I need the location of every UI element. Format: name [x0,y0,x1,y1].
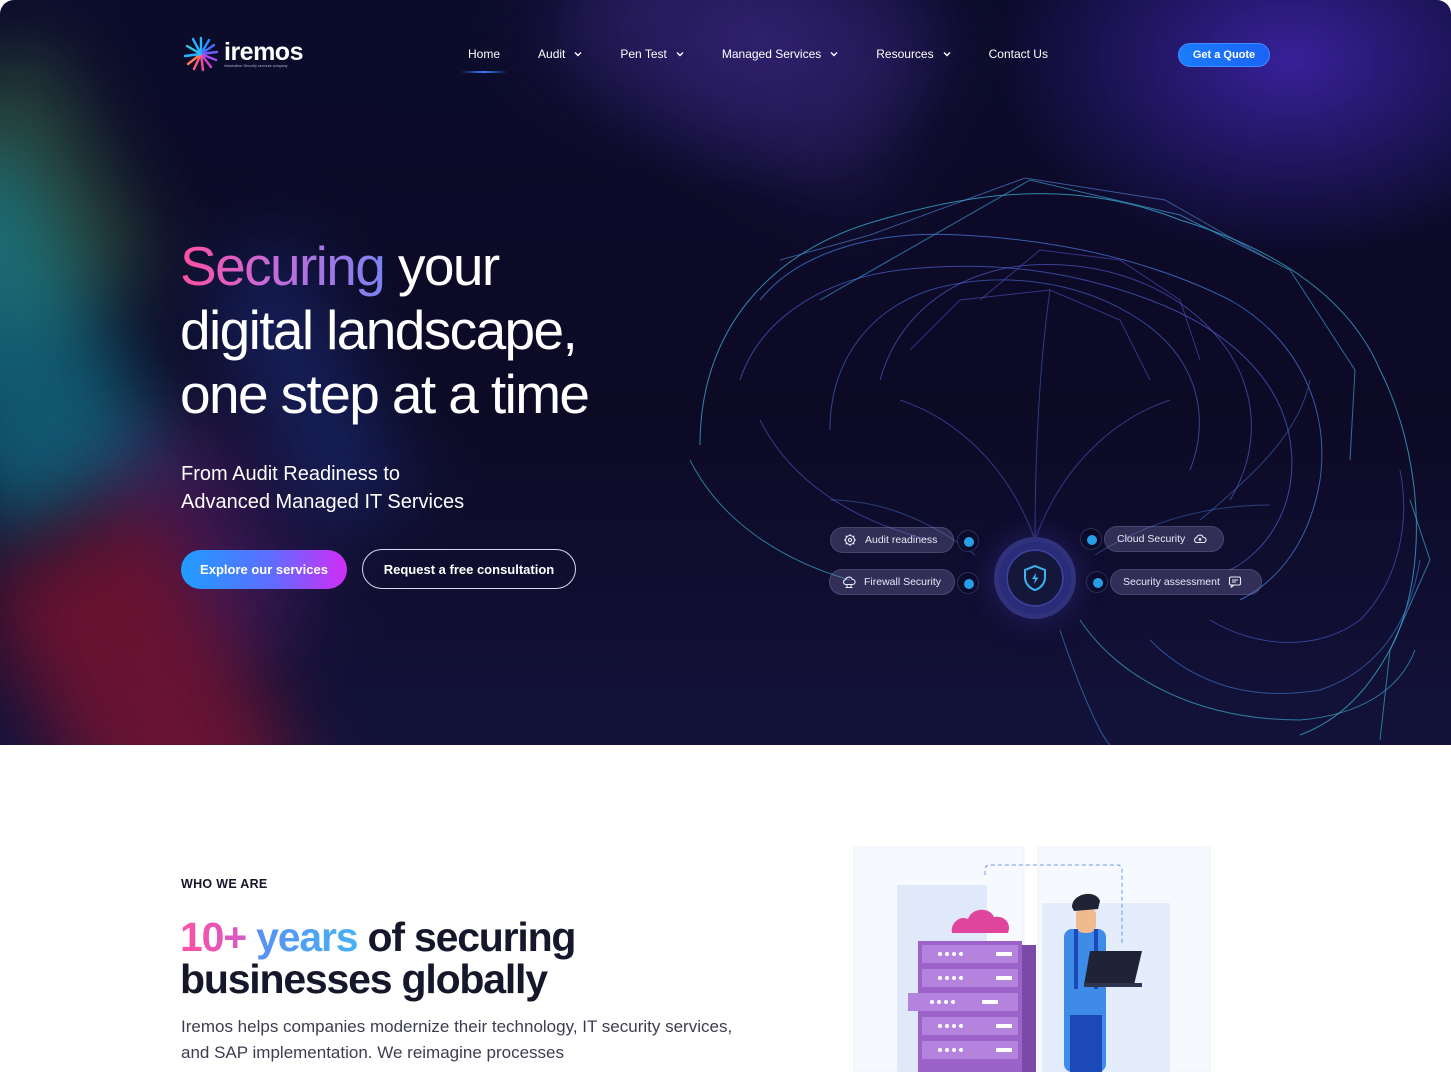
chevron-down-icon [943,52,951,57]
title-text: businesses globally [180,956,548,1002]
connector-dot [1086,571,1108,593]
headline-text: one step at a time [180,363,590,425]
title-highlight-number: 10+ [180,914,247,960]
connector-dot [957,530,979,552]
nav-label: Audit [538,47,566,61]
cloud-upload-icon [1194,534,1207,544]
headline-text: digital landscape, [180,299,578,361]
feature-pill-firewall-security: Firewall Security [829,569,955,595]
server-engineer-illustration [853,846,1211,1072]
get-a-quote-button[interactable]: Get a Quote [1178,43,1270,67]
brand-tagline: information Security services company [224,64,288,68]
explore-services-button[interactable]: Explore our services [181,550,347,589]
subheading-line: Advanced Managed IT Services [181,491,465,513]
gear-shield-icon [844,534,856,546]
shield-bolt-icon [1024,564,1046,592]
section-body: Iremos helps companies modernize their t… [181,1017,733,1062]
headline-text: your [384,235,500,297]
chevron-down-icon [676,52,684,57]
feature-label: Security assessment [1123,576,1220,588]
free-consultation-button[interactable]: Request a free consultation [362,549,576,589]
nav-item-home[interactable]: Home [459,47,509,73]
chat-check-icon [1228,576,1241,588]
section-title: 10+ years of securing businesses globall… [180,914,577,1002]
feature-label: Audit readiness [865,534,938,546]
starburst-logo-icon [184,36,218,72]
nav-item-resources[interactable]: Resources [876,47,951,61]
nav-label: Contact Us [988,47,1048,61]
feature-pill-cloud-security: Cloud Security [1104,526,1224,552]
nav-item-managed-services[interactable]: Managed Services [722,47,838,61]
security-hub [994,537,1076,619]
hero-subheading: From Audit Readiness to Advanced Managed… [181,460,464,516]
nav-item-contact-us[interactable]: Contact Us [989,47,1048,61]
nav-label: Resources [876,47,934,61]
feature-label: Firewall Security [864,576,942,588]
title-text: of securing [357,914,577,960]
brand-logo[interactable]: iremos information Security services com… [184,36,303,72]
hero-headline: Securing your digital landscape, one ste… [180,234,590,426]
chevron-down-icon [574,52,582,57]
nav-label: Pen Test [620,47,667,61]
hero-section: iremos information Security services com… [0,0,1451,745]
chevron-down-icon [830,52,838,57]
headline-highlight: Securing [180,235,386,297]
connector-dot [1080,528,1102,550]
nav-item-audit[interactable]: Audit [538,47,582,61]
nav-label: Home [468,47,501,61]
cloud-firewall-icon [843,576,856,589]
feature-pill-security-assessment: Security assessment [1110,569,1262,595]
section-eyebrow: WHO WE ARE [181,877,268,891]
brand-name: iremos [224,38,303,66]
connector-dot [957,572,979,594]
title-highlight-years: years [245,914,358,960]
nav-item-pen-test[interactable]: Pen Test [620,47,684,61]
subheading-line: From Audit Readiness to [181,463,400,485]
hub-core [1006,549,1064,607]
feature-label: Cloud Security [1117,533,1186,545]
nav-label: Managed Services [721,47,822,61]
main-nav: Home Audit Pen Test Managed Services Res… [459,47,1048,73]
feature-pill-audit-readiness: Audit readiness [830,527,954,553]
